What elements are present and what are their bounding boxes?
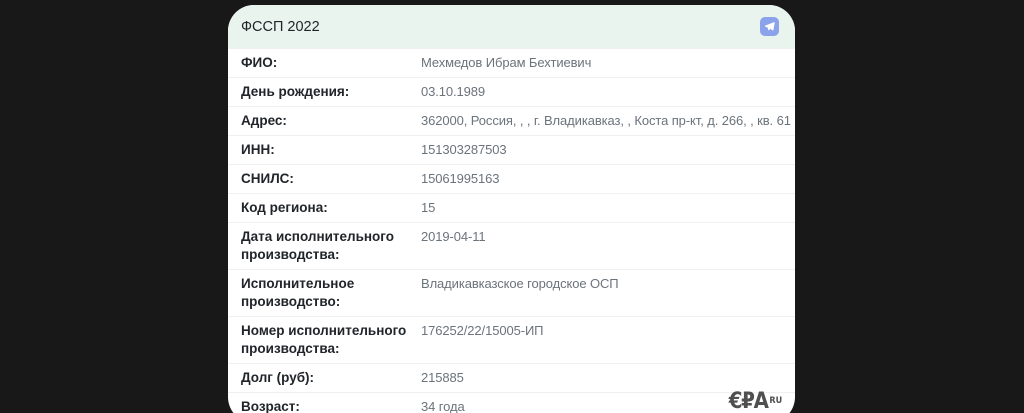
field-value: Владикавказское городское ОСП — [421, 276, 619, 291]
field-label: Исполнительное производство: — [241, 276, 355, 309]
table-row-address: Адрес: 362000, Россия, , , г. Владикавка… — [228, 106, 795, 135]
table-row-debt: Долг (руб): 215885 — [228, 363, 795, 392]
table-row-birthdate: День рождения: 03.10.1989 — [228, 77, 795, 106]
paper-plane-icon — [764, 21, 775, 32]
field-label: ФИО: — [241, 55, 278, 70]
field-label: Возраст: — [241, 399, 300, 413]
table-row-age: Возраст: 34 года — [228, 392, 795, 413]
telegram-share-button[interactable] — [760, 17, 779, 36]
field-label: День рождения: — [241, 84, 350, 99]
table-row-snils: СНИЛС: 15061995163 — [228, 164, 795, 193]
field-label: ИНН: — [241, 142, 275, 157]
table-row-enforcement-number: Номер исполнительного производства: 1762… — [228, 316, 795, 363]
cpa-ru-logo-text: €₽A — [728, 389, 768, 413]
field-value: 15061995163 — [421, 171, 500, 186]
table-row-fio: ФИО: Мехмедов Ибрам Бехтиевич — [228, 48, 795, 77]
field-value: 15 — [421, 200, 436, 215]
field-label: Адрес: — [241, 113, 287, 128]
field-label: Номер исполнительного производства: — [241, 323, 407, 356]
field-label: Дата исполнительного производства: — [241, 229, 394, 262]
field-value: 362000, Россия, , , г. Владикавказ, , Ко… — [421, 113, 791, 128]
table-row-enforcement-office: Исполнительное производство: Владикавказ… — [228, 269, 795, 316]
cpa-ru-logo-suffix: RU — [768, 396, 782, 406]
table-row-region-code: Код региона: 15 — [228, 193, 795, 222]
field-label: СНИЛС: — [241, 171, 294, 186]
card-header: ФССП 2022 — [228, 5, 795, 48]
card-title: ФССП 2022 — [241, 18, 320, 35]
field-value: 151303287503 — [421, 142, 507, 157]
field-label: Долг (руб): — [241, 370, 315, 385]
fssp-record-card: ФССП 2022 ФИО: Мехмедов Ибрам Бехтиевич … — [228, 5, 795, 413]
field-value: 2019-04-11 — [421, 229, 486, 244]
table-row-inn: ИНН: 151303287503 — [228, 135, 795, 164]
field-value: 176252/22/15005-ИП — [421, 323, 544, 338]
table-row-enforcement-date: Дата исполнительного производства: 2019-… — [228, 222, 795, 269]
record-fields: ФИО: Мехмедов Ибрам Бехтиевич День рожде… — [228, 48, 795, 413]
field-value: Мехмедов Ибрам Бехтиевич — [421, 55, 592, 70]
field-value: 215885 — [421, 370, 464, 385]
field-value: 03.10.1989 — [421, 84, 486, 99]
cpa-ru-logo: €₽A RU — [728, 389, 782, 413]
field-label: Код региона: — [241, 200, 328, 215]
